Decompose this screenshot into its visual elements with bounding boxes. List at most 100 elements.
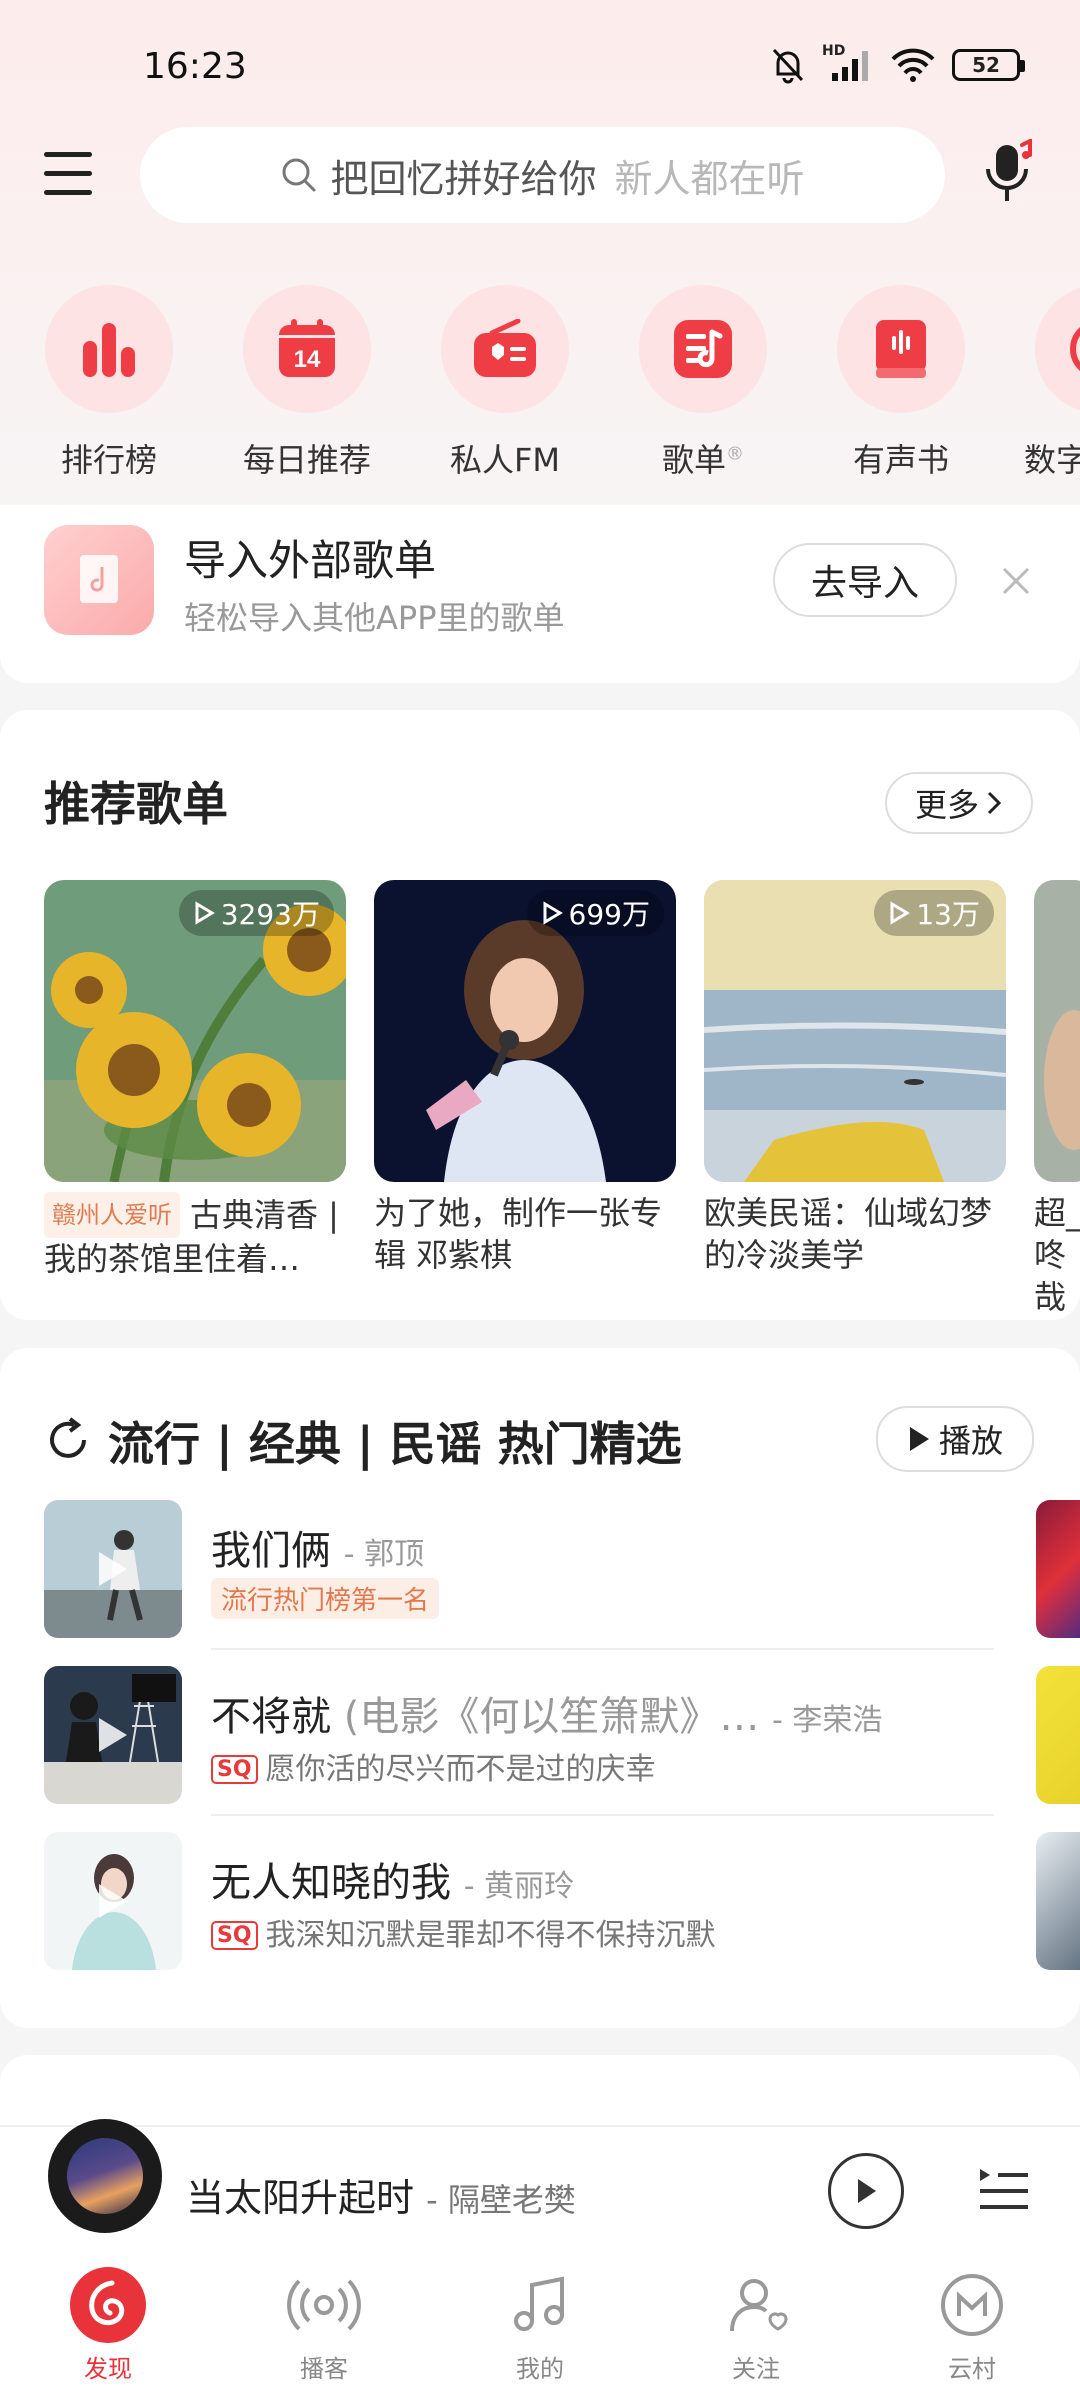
playlist-icon — [674, 320, 732, 378]
header: 把回忆拼好给你 新人都在听 — [0, 125, 1080, 225]
play-count: 699万 — [526, 890, 664, 936]
song-row[interactable]: 无人知晓的我 - 黄丽玲 SQ 我深知沉默是罪却不得不保持沉默 — [44, 1832, 994, 1982]
playlist-card[interactable]: 3293万 赣州人爱听 古典清香 | 我的茶馆里住着… — [44, 880, 346, 1280]
bell-muted-icon — [772, 48, 804, 84]
playlist-name: 超_ 咚哉 — [1034, 1194, 1080, 1316]
quick-item-daily[interactable]: 14 每日推荐 — [232, 285, 382, 475]
hot-tag: 流行热门榜第一名 — [211, 1578, 440, 1619]
song-subtitle: 流行热门榜第一名 — [211, 1578, 440, 1619]
menu-icon[interactable] — [40, 150, 96, 198]
nav-label: 播客 — [300, 2355, 348, 2383]
section-title: 推荐歌单 — [44, 777, 228, 831]
mini-player[interactable]: 当太阳升起时 - 隔壁老樊 — [0, 2119, 1080, 2253]
quick-label: 数字 — [1024, 441, 1080, 475]
playlist-card[interactable]: 13万 欧美民谣：仙域幻梦的冷淡美学 — [704, 880, 1006, 1276]
music-note-icon — [44, 525, 154, 635]
song-cover — [44, 1832, 182, 1970]
music-note-icon — [500, 2265, 580, 2345]
song-artist-text: 李荣浩 — [792, 1703, 883, 1738]
play-icon — [909, 1427, 929, 1451]
playlist-card[interactable]: 699万 为了她，制作一张专辑 邓紫棋 — [374, 880, 676, 1276]
playlist-name: 为了她，制作一张专辑 邓紫棋 — [374, 1194, 663, 1274]
refresh-icon[interactable] — [44, 1416, 92, 1464]
playlist-card[interactable]: 超_ 咚哉 — [1034, 880, 1080, 1318]
play-outline-icon — [543, 901, 563, 925]
recommend-section: 推荐歌单 更多 3293万 赣州人爱听 古典清香 | 我的茶馆里住着… 699万… — [0, 710, 1080, 1320]
nav-label: 我的 — [516, 2355, 564, 2383]
nav-follow[interactable]: 关注 — [696, 2265, 816, 2384]
play-count-value: 3293万 — [220, 898, 320, 931]
cloud-village-icon — [932, 2265, 1012, 2345]
quick-item-charts[interactable]: 排行榜 — [34, 285, 184, 475]
player-artist-text: 隔壁老樊 — [447, 2181, 576, 2219]
divider — [211, 1814, 994, 1816]
album-disc — [48, 2119, 162, 2233]
more-button[interactable]: 更多 — [885, 772, 1033, 834]
play-count: 3293万 — [178, 890, 334, 936]
play-count: 13万 — [874, 890, 994, 936]
search-hint: 新人都在听 — [614, 156, 805, 201]
chart-bars-icon — [83, 323, 135, 377]
song-desc: 我深知沉默是罪却不得不保持沉默 — [265, 1918, 716, 1953]
quick-label: 有声书 — [852, 441, 949, 475]
song-desc: 愿你活的尽兴而不是过的庆幸 — [265, 1752, 656, 1787]
microphone-icon[interactable] — [978, 137, 1042, 209]
playlist-name: 赣州人爱听 古典清香 | 我的茶馆里住着… — [44, 1192, 346, 1280]
import-playlist-card: 导入外部歌单 轻松导入其他APP里的歌单 去导入 — [0, 505, 1080, 683]
nav-label: 关注 — [732, 2355, 780, 2383]
quick-label: 每日推荐 — [242, 441, 371, 475]
song-row[interactable]: 不将就 (电影《何以笙箫默》… - 李荣浩 SQ 愿你活的尽兴而不是过的庆幸 — [44, 1666, 994, 1816]
song-title: 无人知晓的我 - 黄丽玲 — [211, 1850, 574, 1908]
sq-badge: SQ — [211, 1755, 258, 1784]
play-all-button[interactable]: 播放 — [876, 1406, 1034, 1472]
song-artist: - 黄丽玲 — [463, 1869, 575, 1904]
song-title-text: 我们俩 — [211, 1528, 331, 1574]
battery-icon: 52 — [952, 49, 1025, 81]
play-pause-button[interactable] — [828, 2153, 904, 2229]
more-label: 更多 — [914, 786, 979, 824]
quick-label: 歌单® — [628, 435, 778, 475]
quick-item-audiobook[interactable]: 有声书 — [826, 285, 976, 475]
wifi-icon — [891, 48, 935, 82]
play-overlay-icon — [99, 1552, 127, 1586]
song-title-text: 不将就 — [211, 1694, 331, 1740]
nav-mine[interactable]: 我的 — [480, 2265, 600, 2384]
import-title: 导入外部歌单 — [184, 536, 437, 585]
close-icon[interactable] — [998, 563, 1034, 599]
song-artist-text: 黄丽玲 — [484, 1869, 575, 1904]
audiobook-icon — [876, 320, 926, 378]
quick-item-playlist[interactable]: 歌单® — [628, 285, 778, 475]
play-overlay-icon — [99, 1718, 127, 1752]
song-title: 不将就 (电影《何以笙箫默》… - 李荣浩 — [211, 1684, 882, 1742]
nav-discover[interactable]: 发现 — [48, 2265, 168, 2384]
song-row[interactable]: 我们俩 - 郭顶 流行热门榜第一名 — [44, 1500, 994, 1650]
hot-songs-section: 流行 | 经典 | 民谣 热门精选 播放 我们俩 - 郭顶 流行热门榜第一名 不… — [0, 1348, 1080, 2028]
search-keyword: 把回忆拼好给你 — [330, 156, 597, 201]
song-cover — [44, 1500, 182, 1638]
calendar-icon: 14 — [279, 319, 335, 377]
calendar-day-number: 14 — [294, 346, 321, 373]
nav-cloud-village[interactable]: 云村 — [912, 2265, 1032, 2384]
player-artist: - 隔壁老樊 — [426, 2181, 576, 2219]
quick-item-fm[interactable]: 私人FM — [430, 285, 580, 475]
divider — [211, 1648, 994, 1650]
status-icons: HD 52 — [770, 43, 1025, 84]
import-button[interactable]: 去导入 — [773, 543, 957, 617]
playlist-queue-icon[interactable] — [978, 2165, 1030, 2213]
search-input[interactable]: 把回忆拼好给你 新人都在听 — [140, 127, 945, 223]
song-title: 我们俩 - 郭顶 — [211, 1518, 424, 1576]
status-bar: 16:23 HD 52 — [0, 0, 1080, 130]
quick-label: 私人FM — [449, 441, 561, 475]
next-column-thumb[interactable] — [1036, 1832, 1080, 1970]
play-icon — [858, 2179, 876, 2203]
play-all-label: 播放 — [938, 1422, 1003, 1460]
next-column-thumb[interactable] — [1036, 1666, 1080, 1804]
quick-label: 排行榜 — [60, 441, 157, 475]
quick-item-partial[interactable]: 数字 — [1024, 285, 1080, 475]
play-count-value: 699万 — [568, 898, 650, 931]
play-outline-icon — [890, 901, 911, 925]
playlist-name: 欧美民谣：仙域幻梦的冷淡美学 — [704, 1194, 993, 1274]
next-column-thumb[interactable] — [1036, 1500, 1080, 1638]
radio-icon — [474, 319, 536, 377]
nav-podcast[interactable]: 播客 — [264, 2265, 384, 2384]
